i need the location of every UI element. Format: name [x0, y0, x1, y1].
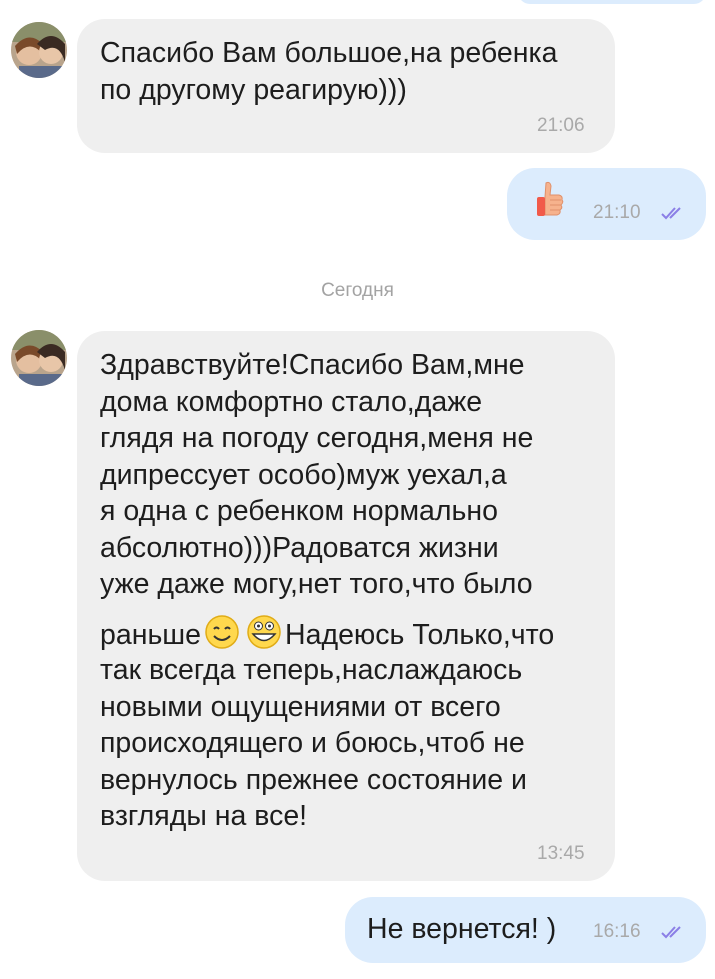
read-checkmarks-icon: [661, 926, 681, 939]
message-time: 13:45: [537, 843, 585, 864]
avatar[interactable]: [11, 22, 67, 78]
avatar-photo-icon: [11, 22, 67, 78]
message-time: 21:10: [593, 202, 641, 223]
read-checkmarks-icon: [661, 207, 681, 220]
message-text-part1: Здравствуйте!Спасибо Вам,мне дома комфор…: [100, 349, 534, 600]
avatar[interactable]: [11, 330, 67, 386]
message-bubble-outgoing[interactable]: Не вернется! ) 16:16: [345, 897, 706, 963]
thumbs-up-sticker-icon: [537, 181, 564, 216]
message-text: Спасибо Вам большое,на ребенка по другом…: [100, 37, 558, 106]
message-text-fragment: раньше: [100, 619, 202, 651]
message-text-fragment: Надеюсь Только,что: [285, 619, 555, 651]
message-text-line-with-emoji: раньше Надеюсь Только,что: [100, 614, 554, 654]
message-text: Не вернется! ): [367, 913, 557, 945]
grinning-face-emoji-icon: [247, 615, 281, 649]
previous-outgoing-bubble[interactable]: [518, 0, 706, 4]
avatar-photo-icon: [11, 330, 67, 386]
message-time: 21:06: [537, 115, 585, 136]
chat-view: Спасибо Вам большое,на ребенка по другом…: [0, 0, 715, 979]
message-bubble-outgoing[interactable]: 21:10: [507, 168, 706, 240]
smiling-face-emoji-icon: [205, 615, 239, 649]
message-time: 16:16: [593, 921, 641, 942]
message-text-part3: так всегда теперь,наслаждаюсь новыми ощу…: [100, 654, 527, 832]
message-bubble-incoming[interactable]: Здравствуйте!Спасибо Вам,мне дома комфор…: [77, 331, 615, 881]
message-bubble-incoming[interactable]: Спасибо Вам большое,на ребенка по другом…: [77, 19, 615, 153]
date-separator: Сегодня: [321, 280, 394, 301]
